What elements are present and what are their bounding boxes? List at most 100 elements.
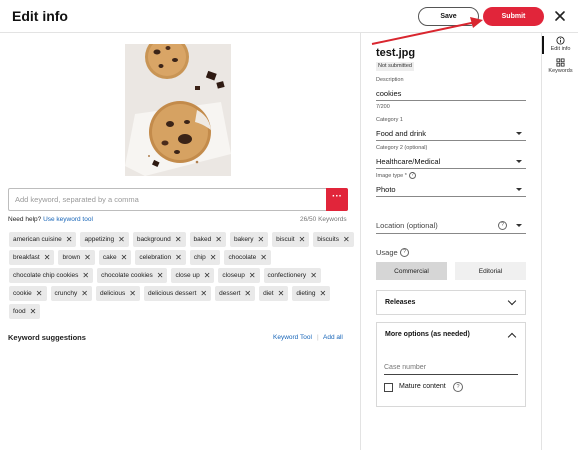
keyword-chip-label: dieting — [296, 290, 316, 297]
remove-keyword-icon[interactable]: ✕ — [84, 253, 91, 262]
keyword-chip: brown ✕ — [58, 250, 95, 265]
rail-divider — [541, 33, 542, 450]
keyword-chip: cookie ✕ — [9, 286, 47, 301]
remove-keyword-icon[interactable]: ✕ — [215, 235, 222, 244]
keyword-chip: celebration ✕ — [135, 250, 186, 265]
image-preview — [125, 44, 231, 176]
chevron-down-icon — [516, 224, 522, 227]
keyword-tool-button[interactable]: Keyword Tool — [273, 334, 312, 341]
description-field[interactable]: cookies — [376, 89, 401, 98]
remove-keyword-icon[interactable]: ✕ — [278, 289, 285, 298]
save-button[interactable]: Save — [418, 7, 479, 26]
close-icon[interactable] — [553, 9, 567, 23]
remove-keyword-icon[interactable]: ✕ — [249, 271, 256, 280]
keyword-chip: chocolate cookies ✕ — [97, 268, 168, 283]
chevron-down-icon — [516, 160, 522, 163]
remove-keyword-icon[interactable]: ✕ — [81, 289, 88, 298]
help-icon[interactable]: ? — [498, 221, 507, 230]
keyword-chip: close up ✕ — [171, 268, 215, 283]
keyword-chip-label: appetizing — [84, 236, 115, 243]
remove-keyword-icon[interactable]: ✕ — [310, 271, 317, 280]
remove-keyword-icon[interactable]: ✕ — [175, 235, 182, 244]
remove-keyword-icon[interactable]: ✕ — [244, 289, 251, 298]
remove-keyword-icon[interactable]: ✕ — [157, 271, 164, 280]
mature-content-checkbox[interactable] — [384, 383, 393, 392]
rail-edit-info[interactable]: Edit info — [543, 36, 578, 52]
remove-keyword-icon[interactable]: ✕ — [210, 253, 217, 262]
keyword-chip-label: closeup — [222, 272, 245, 279]
chevron-down-icon — [507, 296, 517, 306]
keyword-chip: bakery ✕ — [229, 232, 269, 247]
chevron-up-icon[interactable] — [507, 332, 517, 342]
image-type-label: Image type * — [376, 173, 407, 179]
file-name: test.jpg — [376, 47, 416, 59]
panel-divider — [360, 33, 361, 450]
submit-button[interactable]: Submit — [483, 7, 544, 26]
add-all-button[interactable]: Add all — [323, 334, 343, 341]
remove-keyword-icon[interactable]: ✕ — [82, 271, 89, 280]
keyword-more-button[interactable]: ··· — [326, 188, 348, 211]
remove-keyword-icon[interactable]: ✕ — [260, 253, 267, 262]
page-title: Edit info — [12, 8, 68, 24]
keyword-chip-label: delicious dessert — [147, 290, 197, 297]
status-badge: Not submitted — [376, 62, 414, 71]
description-label: Description — [376, 77, 404, 83]
usage-editorial-button[interactable]: Editorial — [455, 262, 526, 280]
keyword-count: 26/50 Keywords — [300, 216, 347, 223]
keyword-chip: background ✕ — [132, 232, 186, 247]
remove-keyword-icon[interactable]: ✕ — [30, 307, 37, 316]
remove-keyword-icon[interactable]: ✕ — [257, 235, 264, 244]
remove-keyword-icon[interactable]: ✕ — [204, 271, 211, 280]
remove-keyword-icon[interactable]: ✕ — [200, 289, 207, 298]
category1-select[interactable]: Food and drink — [376, 129, 426, 138]
remove-keyword-icon[interactable]: ✕ — [299, 235, 306, 244]
help-icon[interactable]: ? — [400, 248, 409, 257]
remove-keyword-icon[interactable]: ✕ — [129, 289, 136, 298]
remove-keyword-icon[interactable]: ✕ — [36, 289, 43, 298]
keyword-chip: chocolate ✕ — [224, 250, 271, 265]
help-icon[interactable]: ? — [409, 172, 416, 179]
remove-keyword-icon[interactable]: ✕ — [44, 253, 51, 262]
keyword-chip-label: breakfast — [13, 254, 40, 261]
chevron-down-icon — [516, 188, 522, 191]
rail-keywords[interactable]: Keywords — [543, 58, 578, 74]
releases-section[interactable]: Releases — [376, 290, 526, 315]
more-options-title[interactable]: More options (as needed) — [385, 331, 470, 338]
mature-content-label: Mature content — [399, 383, 446, 390]
keyword-chip-label: chip — [193, 254, 206, 261]
remove-keyword-icon[interactable]: ✕ — [319, 289, 326, 298]
remove-keyword-icon[interactable]: ✕ — [118, 235, 125, 244]
remove-keyword-icon[interactable]: ✕ — [175, 253, 182, 262]
keyword-chip: dessert ✕ — [215, 286, 256, 301]
keyword-chip-label: chocolate cookies — [101, 272, 153, 279]
keyword-chip-label: brown — [62, 254, 81, 261]
image-type-select[interactable]: Photo — [376, 185, 396, 194]
keyword-tool-link[interactable]: Use keyword tool — [43, 216, 93, 223]
keyword-chip: confectionery ✕ — [263, 268, 321, 283]
keyword-chip: delicious dessert ✕ — [143, 286, 212, 301]
category2-select[interactable]: Healthcare/Medical — [376, 157, 440, 166]
remove-keyword-icon[interactable]: ✕ — [343, 235, 350, 244]
keyword-chip-label: chocolate chip cookies — [13, 272, 79, 279]
help-icon[interactable]: ? — [453, 382, 463, 392]
keyword-help: Need help? Use keyword tool — [8, 216, 93, 223]
rail-keywords-label: Keywords — [548, 68, 573, 74]
keyword-chip-label: chocolate — [228, 254, 257, 261]
keyword-chip: baked ✕ — [189, 232, 226, 247]
keyword-chip: biscuits ✕ — [313, 232, 354, 247]
keyword-chip-label: american cuisine — [13, 236, 62, 243]
suggestions-divider: | — [317, 334, 319, 341]
location-field[interactable]: Location (optional) — [376, 221, 438, 230]
remove-keyword-icon[interactable]: ✕ — [121, 253, 128, 262]
image-type-underline — [376, 196, 526, 197]
case-number-input[interactable] — [384, 360, 518, 375]
keyword-input[interactable] — [15, 192, 320, 207]
keyword-chip: food ✕ — [9, 304, 41, 319]
keyword-chip-label: baked — [193, 236, 212, 243]
usage-commercial-button[interactable]: Commercial — [376, 262, 447, 280]
keyword-suggestions-title: Keyword suggestions — [8, 333, 86, 342]
info-icon — [556, 36, 565, 45]
remove-keyword-icon[interactable]: ✕ — [66, 235, 73, 244]
keyword-chip-label: food — [13, 308, 26, 315]
cookie-photo — [125, 44, 231, 176]
